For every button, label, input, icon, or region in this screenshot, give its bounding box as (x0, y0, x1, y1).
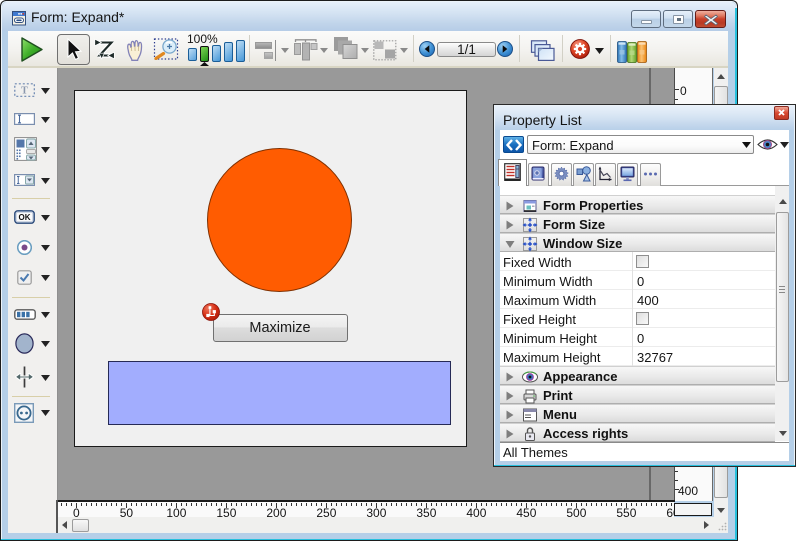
svg-text:T: T (21, 86, 28, 97)
svg-text:OK: OK (19, 213, 31, 222)
